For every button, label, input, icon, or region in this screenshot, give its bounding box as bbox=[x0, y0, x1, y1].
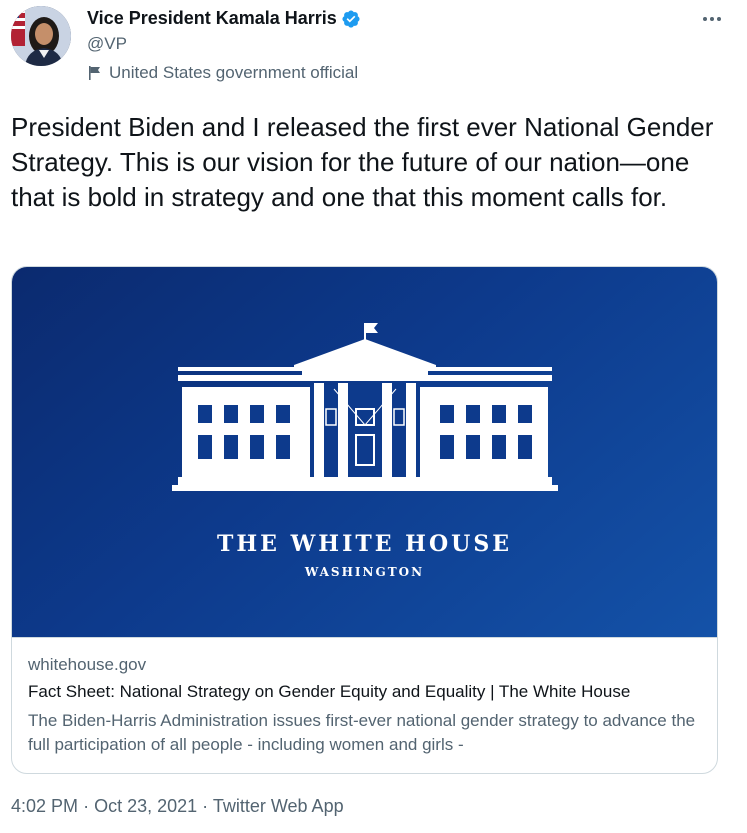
verified-badge-icon bbox=[341, 9, 361, 29]
tweet-time[interactable]: 4:02 PM bbox=[11, 796, 78, 816]
white-house-logo-icon bbox=[172, 323, 558, 491]
card-description: The Biden-Harris Administration issues f… bbox=[28, 711, 696, 754]
more-options-icon[interactable] bbox=[701, 8, 723, 30]
author-display-name[interactable]: Vice President Kamala Harris bbox=[87, 8, 337, 29]
author-name-row: Vice President Kamala Harris bbox=[87, 8, 361, 29]
avatar[interactable] bbox=[11, 6, 71, 66]
flag-icon bbox=[87, 65, 103, 81]
tweet-text: President Biden and I released the first… bbox=[11, 112, 714, 212]
card-image-title: THE WHITE HOUSE bbox=[217, 531, 512, 557]
tweet-date[interactable]: Oct 23, 2021 bbox=[94, 796, 197, 816]
card-title: Fact Sheet: National Strategy on Gender … bbox=[28, 682, 631, 701]
tweet-source[interactable]: Twitter Web App bbox=[213, 796, 344, 816]
government-label-text: United States government official bbox=[109, 63, 359, 82]
card-image: THE WHITE HOUSE WASHINGTON bbox=[12, 267, 717, 638]
card-image-subtitle: WASHINGTON bbox=[304, 565, 425, 579]
tweet-meta: 4:02 PM · Oct 23, 2021 · Twitter Web App bbox=[11, 796, 344, 817]
government-label: United States government official bbox=[87, 63, 358, 83]
meta-separator: · bbox=[202, 796, 209, 816]
meta-separator: · bbox=[83, 796, 90, 816]
card-domain: whitehouse.gov bbox=[28, 655, 147, 674]
profile-photo bbox=[11, 6, 71, 66]
link-card[interactable]: THE WHITE HOUSE WASHINGTON whitehouse.go… bbox=[11, 266, 718, 774]
author-handle[interactable]: @VP bbox=[87, 34, 127, 54]
